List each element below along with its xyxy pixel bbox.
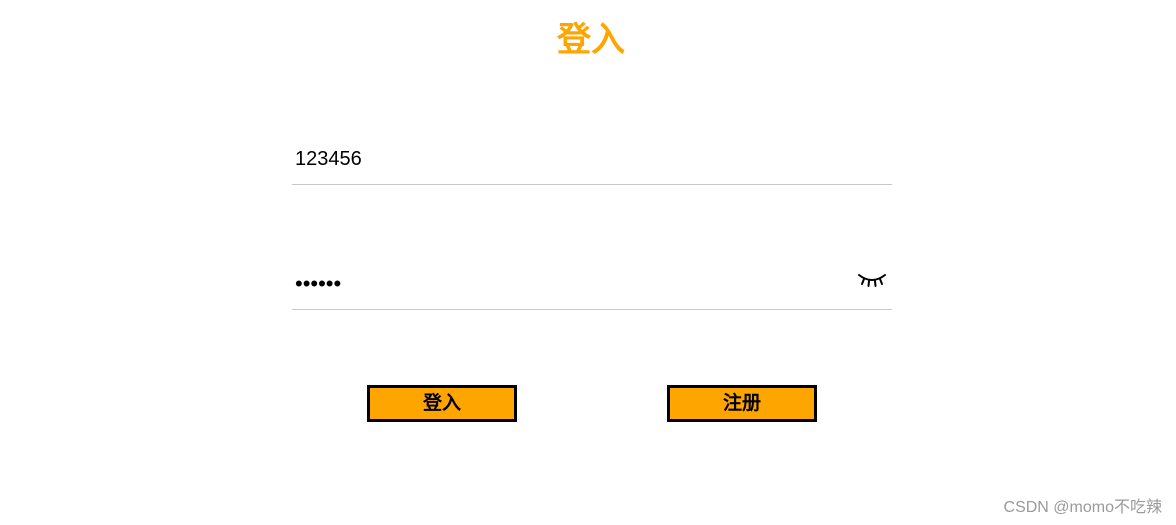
password-field <box>292 264 892 310</box>
username-field <box>292 140 892 185</box>
register-button[interactable]: 注册 <box>667 385 817 422</box>
username-input[interactable] <box>292 140 855 178</box>
page-title: 登入 <box>557 21 625 59</box>
login-button[interactable]: 登入 <box>367 385 517 422</box>
password-input[interactable] <box>292 264 855 304</box>
eye-closed-icon[interactable] <box>856 269 888 291</box>
login-page: 登入 登入 注册 CSDN @momo不吃辣 <box>0 0 1176 525</box>
watermark: CSDN @momo不吃辣 <box>1003 499 1162 516</box>
